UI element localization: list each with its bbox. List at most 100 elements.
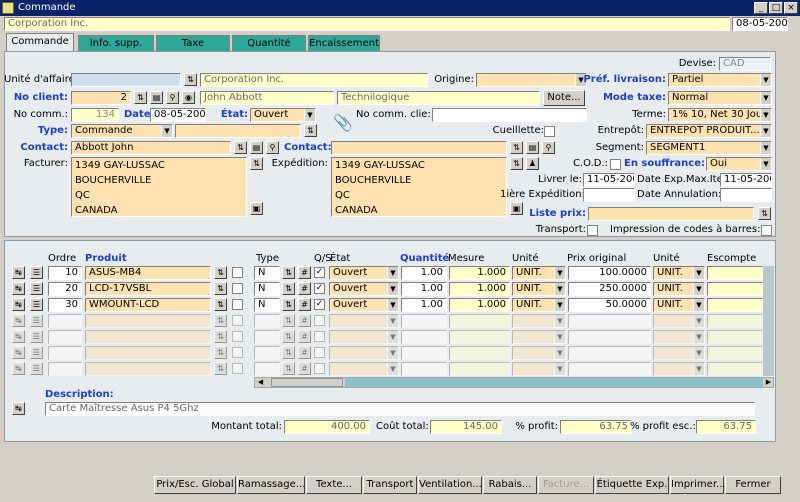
type-lookup-button[interactable]: ⇅ [282,314,295,327]
unite-cell[interactable]: UNIT. ▼ [512,282,566,296]
mode-taxe-select[interactable]: Normal ▼ [668,91,772,105]
client-load-button[interactable]: ▤ [150,91,163,104]
etat-cell[interactable]: Ouvert ▼ [329,298,399,312]
row-menu-icon[interactable]: ☰ [30,330,43,343]
person-icon[interactable]: ♟ [526,157,539,170]
date-annul-field[interactable] [720,188,772,202]
row-expand-icon[interactable]: ↹ [12,346,25,359]
contact2-lookup-button[interactable]: ⇅ [510,141,523,154]
description-expand-icon[interactable]: ↹ [12,402,25,415]
entrepot-select[interactable]: ENTREPÔT PRODUIT... ▼ [646,124,772,138]
escompte-cell[interactable] [707,346,763,360]
souffrance-select[interactable]: Oui ▼ [706,157,772,171]
hash-icon[interactable]: # [298,266,311,279]
contact2-load-button[interactable]: ▤ [526,141,539,154]
row-checkbox[interactable] [232,299,243,310]
row-checkbox[interactable] [232,267,243,278]
escompte-cell[interactable] [707,282,763,296]
row-checkbox[interactable] [232,363,243,374]
produit-lookup-button[interactable]: ⇅ [214,362,227,375]
qs-checkbox[interactable] [314,315,325,326]
type-lookup-button[interactable]: ⇅ [282,266,295,279]
prix-cell[interactable] [568,346,651,360]
escompte-cell[interactable] [707,314,763,328]
scroll-thumb[interactable] [271,378,343,387]
mesure-cell[interactable]: 1.000 [449,298,510,312]
transport-checkbox[interactable] [587,225,598,236]
prix-cell[interactable] [568,362,651,376]
type-cell[interactable]: N [254,298,280,312]
etat-cell[interactable]: Ouvert ▼ [329,282,399,296]
produit-cell[interactable] [85,346,211,360]
terme-select[interactable]: 1% 10, Net 30 Jours ▼ [668,108,772,122]
escompte-cell[interactable] [707,266,763,280]
cueillette-checkbox[interactable] [544,126,555,137]
hash-icon[interactable]: # [298,362,311,375]
qs-checkbox[interactable] [314,363,325,374]
client-lookup-button[interactable]: ⇅ [134,91,147,104]
prix-cell[interactable] [568,314,651,328]
prix-cell[interactable]: 100.0000 [568,266,651,280]
etat-cell[interactable]: Ouvert ▼ [329,266,399,280]
prix-cell[interactable]: 250.0000 [568,282,651,296]
btn-prix-esc-global-button[interactable]: Prix/Esc. Global [154,476,236,494]
hash-icon[interactable]: # [298,314,311,327]
prix-cell[interactable]: 50.0000 [568,298,651,312]
btn-ramassage-button[interactable]: Ramassage... [237,476,305,494]
ordre-cell[interactable]: 20 [48,282,82,296]
produit-lookup-button[interactable]: ⇅ [214,314,227,327]
contact-field[interactable]: Abbott John [71,141,231,155]
prix-cell[interactable] [568,330,651,344]
unite-cell[interactable]: ▼ [512,330,566,344]
tab-commande[interactable]: Commande [6,33,74,52]
qs-checkbox[interactable] [314,331,325,342]
btn-transport-button[interactable]: Transport [363,476,417,494]
unite2-cell[interactable]: ▼ [653,346,705,360]
etat-select[interactable]: Ouvert ▼ [250,108,316,122]
qs-checkbox[interactable]: ✓ [314,283,325,294]
impression-checkbox[interactable] [761,225,772,236]
tab-encaissement[interactable]: Encaissement [308,35,380,51]
row-menu-icon[interactable]: ☰ [30,362,43,375]
type-lookup-button[interactable]: ⇅ [282,282,295,295]
origine-select[interactable]: ▼ [476,73,587,87]
tab-taxe[interactable]: Taxe [156,35,230,51]
ordre-cell[interactable] [48,314,82,328]
cod-checkbox[interactable] [610,159,621,170]
mesure-cell[interactable] [449,346,510,360]
quantite-cell[interactable]: 1.00 [401,282,447,296]
produit-lookup-button[interactable]: ⇅ [214,266,227,279]
quantite-cell[interactable]: 1.00 [401,266,447,280]
type-lookup-button[interactable]: ⇅ [282,298,295,311]
row-expand-icon[interactable]: ↹ [12,266,25,279]
type-lookup-button[interactable]: ⇅ [282,346,295,359]
produit-cell[interactable] [85,314,211,328]
escompte-cell[interactable] [707,330,763,344]
row-checkbox[interactable] [232,331,243,342]
pref-livraison-select[interactable]: Partiel ▼ [668,73,772,87]
quantite-cell[interactable] [401,362,447,376]
mesure-cell[interactable] [449,362,510,376]
contact2-field[interactable] [331,141,507,155]
facturer-book-icon[interactable]: ▣ [250,202,263,215]
contact-load-button[interactable]: ▤ [250,141,263,154]
liste-prix-field[interactable] [588,207,754,221]
row-expand-icon[interactable]: ↹ [12,314,25,327]
segment-select[interactable]: SEGMENT1 ▼ [646,141,772,155]
unite2-cell[interactable]: UNIT. ▼ [653,266,705,280]
quantite-cell[interactable]: 1.00 [401,298,447,312]
type-cell[interactable] [254,330,280,344]
date-field[interactable]: 08-05-2009 [150,108,206,122]
produit-cell[interactable] [85,330,211,344]
quantite-cell[interactable] [401,330,447,344]
type-cell[interactable] [254,346,280,360]
btn-ventilation-button[interactable]: Ventilation... [418,476,482,494]
premiere-exp-field[interactable] [583,188,635,202]
mesure-cell[interactable] [449,314,510,328]
paperclip-icon[interactable]: 📎 [333,113,353,132]
note-button[interactable]: Note... [543,90,585,106]
hash-icon[interactable]: # [298,282,311,295]
etat-cell[interactable]: ▼ [329,314,399,328]
unite2-cell[interactable]: UNIT. ▼ [653,282,705,296]
row-expand-icon[interactable]: ↹ [12,330,25,343]
